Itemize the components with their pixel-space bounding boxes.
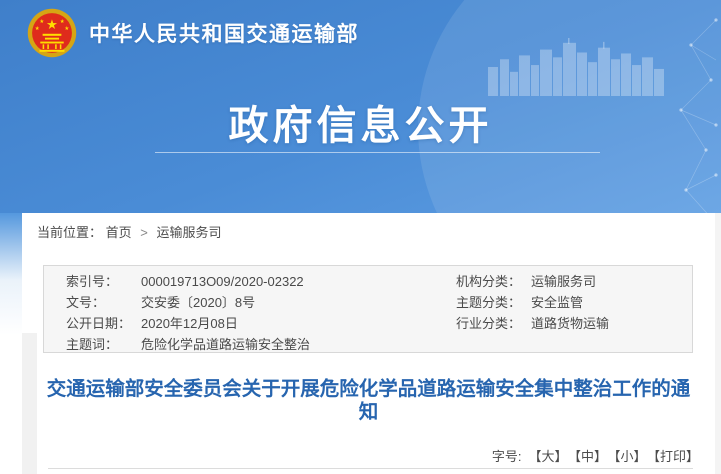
fontsize-medium-button[interactable]: 【中】 xyxy=(574,449,607,464)
title-underline xyxy=(155,152,600,153)
content-card: 当前位置： 首页 > 运输服务司 索引号： 000019713O09/2020-… xyxy=(22,213,715,474)
breadcrumb: 当前位置： 首页 > 运输服务司 xyxy=(37,222,222,241)
svg-text:★: ★ xyxy=(60,19,65,25)
national-emblem-icon: ★ ★ ★ ★ ★ xyxy=(27,8,77,58)
meta-label: 主题分类： xyxy=(456,292,531,313)
meta-value: 000019713O09/2020-02322 xyxy=(141,271,456,292)
breadcrumb-separator: > xyxy=(140,225,148,240)
fontsize-label: 字号: xyxy=(492,449,522,464)
meta-value: 安全监管 xyxy=(531,292,692,313)
breadcrumb-home-link[interactable]: 首页 xyxy=(106,225,132,240)
page-title: 政府信息公开 xyxy=(0,93,721,151)
meta-value xyxy=(531,334,692,355)
meta-value: 2020年12月08日 xyxy=(141,313,456,334)
table-row: 公开日期： 2020年12月08日 行业分类： 道路货物运输 xyxy=(66,313,692,334)
meta-value: 交安委〔2020〕8号 xyxy=(141,292,456,313)
fontsize-toolbar: 字号: 【大】【中】【小】【打印】 xyxy=(492,446,699,465)
breadcrumb-label: 当前位置： xyxy=(37,225,102,240)
meta-label: 主题词： xyxy=(66,334,141,355)
meta-label: 文号： xyxy=(66,292,141,313)
site-brand: ★ ★ ★ ★ ★ 中华人民共和国交通运输部 xyxy=(27,8,359,58)
meta-label xyxy=(456,334,531,355)
print-button[interactable]: 【打印】 xyxy=(653,449,699,464)
svg-text:★: ★ xyxy=(64,26,69,32)
svg-text:★: ★ xyxy=(46,18,58,33)
table-row: 文号： 交安委〔2020〕8号 主题分类： 安全监管 xyxy=(66,292,692,313)
fontsize-small-button[interactable]: 【小】 xyxy=(614,449,647,464)
meta-value: 危险化学品道路运输安全整治 xyxy=(141,334,456,355)
meta-value: 运输服务司 xyxy=(531,271,692,292)
site-banner: ★ ★ ★ ★ ★ 中华人民共和国交通运输部 政府信息公开 xyxy=(0,0,721,213)
fontsize-large-button[interactable]: 【大】 xyxy=(528,449,567,464)
document-title: 交通运输部安全委员会关于开展危险化学品道路运输安全集中整治工作的通知 xyxy=(42,378,695,424)
table-row: 主题词： 危险化学品道路运输安全整治 xyxy=(66,334,692,355)
meta-label: 机构分类： xyxy=(456,271,531,292)
breadcrumb-section-link[interactable]: 运输服务司 xyxy=(157,225,222,240)
bottom-divider xyxy=(48,468,693,469)
site-title: 中华人民共和国交通运输部 xyxy=(89,18,359,48)
right-edge-strip xyxy=(715,213,721,474)
meta-value: 道路货物运输 xyxy=(531,313,692,334)
svg-text:★: ★ xyxy=(35,26,40,32)
table-row: 索引号： 000019713O09/2020-02322 机构分类： 运输服务司 xyxy=(66,271,692,292)
svg-text:★: ★ xyxy=(39,19,44,25)
meta-label: 行业分类： xyxy=(456,313,531,334)
left-gutter-strip xyxy=(22,333,37,474)
meta-label: 索引号： xyxy=(66,271,141,292)
meta-table: 索引号： 000019713O09/2020-02322 机构分类： 运输服务司… xyxy=(43,265,693,353)
meta-label: 公开日期： xyxy=(66,313,141,334)
